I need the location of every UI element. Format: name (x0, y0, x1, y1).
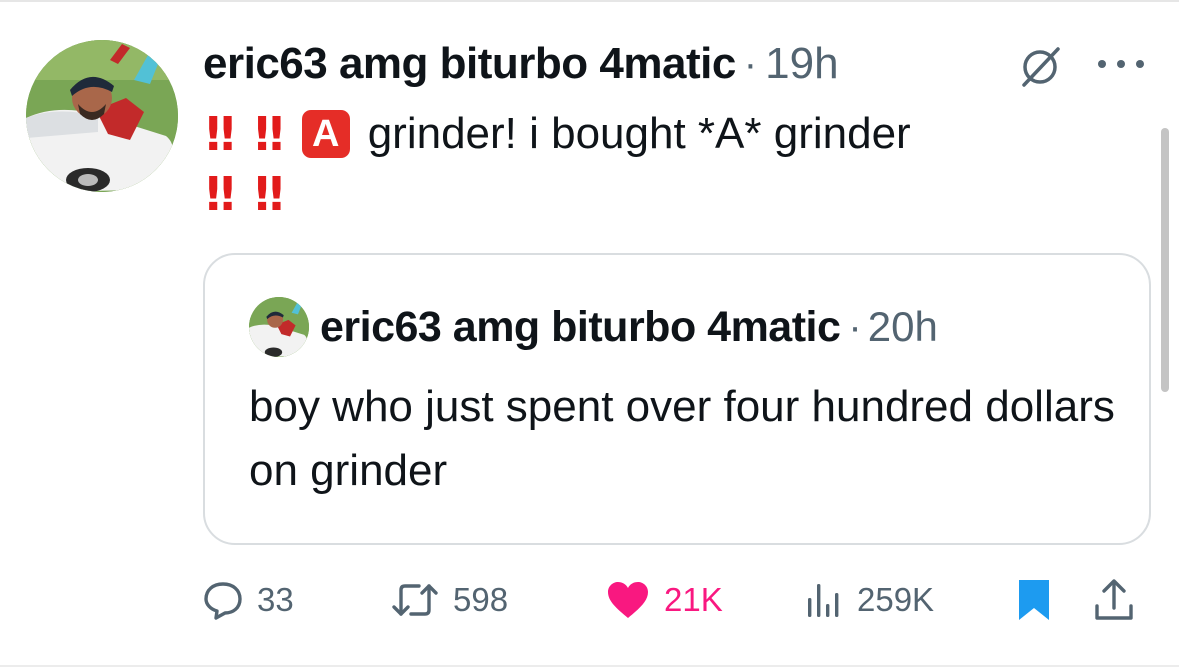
action-bar: 33 598 21K 259K (203, 574, 1153, 626)
more-icon[interactable] (1098, 58, 1144, 70)
a-button-emoji: A (301, 110, 350, 158)
quoted-tweet-text: boy who just spent over four hundred dol… (249, 382, 1115, 495)
tweet-header: eric63 amg biturbo 4matic · 19h (203, 36, 839, 92)
more-dot (1136, 60, 1144, 68)
more-dot (1117, 60, 1125, 68)
like-button[interactable]: 21K (606, 574, 723, 626)
like-count: 21K (664, 581, 723, 618)
quoted-author-avatar[interactable] (249, 297, 309, 357)
header-separator: · (743, 41, 758, 86)
reply-icon (204, 582, 242, 620)
heart-icon (608, 582, 648, 618)
quoted-header-separator: · (848, 304, 862, 349)
repost-count: 598 (453, 581, 509, 618)
author-name[interactable]: eric63 amg biturbo 4matic (203, 39, 736, 89)
author-avatar[interactable] (26, 40, 178, 192)
reply-count: 33 (257, 581, 294, 618)
double-exclamation-emoji: ‼ ‼ (206, 167, 286, 221)
views-count: 259K (857, 581, 935, 618)
tweet-line-1-text: grinder! i bought *A* grinder (367, 109, 911, 158)
quoted-tweet-header: eric63 amg biturbo 4matic · 20h (320, 299, 938, 355)
share-button[interactable] (1093, 574, 1135, 626)
tweet-text: ‼ ‼ A grinder! i bought *A* grinder ‼ ‼ (206, 104, 1086, 224)
quoted-author-name[interactable]: eric63 amg biturbo 4matic (320, 303, 841, 352)
double-exclamation-emoji: ‼ ‼ (206, 107, 286, 161)
bookmark-button[interactable] (1017, 574, 1051, 626)
grok-icon[interactable] (1018, 45, 1062, 89)
top-divider (0, 0, 1179, 2)
views-button[interactable]: 259K (803, 574, 934, 626)
share-icon (1095, 579, 1133, 620)
tweet-line-1: ‼ ‼ A grinder! i bought *A* grinder (206, 104, 1086, 164)
reply-button[interactable]: 33 (203, 574, 294, 626)
bottom-divider (0, 665, 1179, 667)
scrollbar[interactable] (1161, 128, 1169, 392)
quoted-tweet-card[interactable]: eric63 amg biturbo 4matic · 20h boy who … (203, 253, 1151, 545)
more-dot (1098, 60, 1106, 68)
bookmark-icon (1019, 580, 1049, 620)
repost-button[interactable]: 598 (391, 574, 508, 626)
views-chart-icon (808, 584, 839, 617)
quoted-post-time[interactable]: 20h (868, 303, 938, 351)
avatar-photo (26, 40, 178, 192)
tweet-line-2: ‼ ‼ (206, 164, 1086, 224)
avatar-photo (249, 297, 309, 357)
post-time[interactable]: 19h (765, 39, 838, 89)
repost-icon (392, 584, 438, 616)
